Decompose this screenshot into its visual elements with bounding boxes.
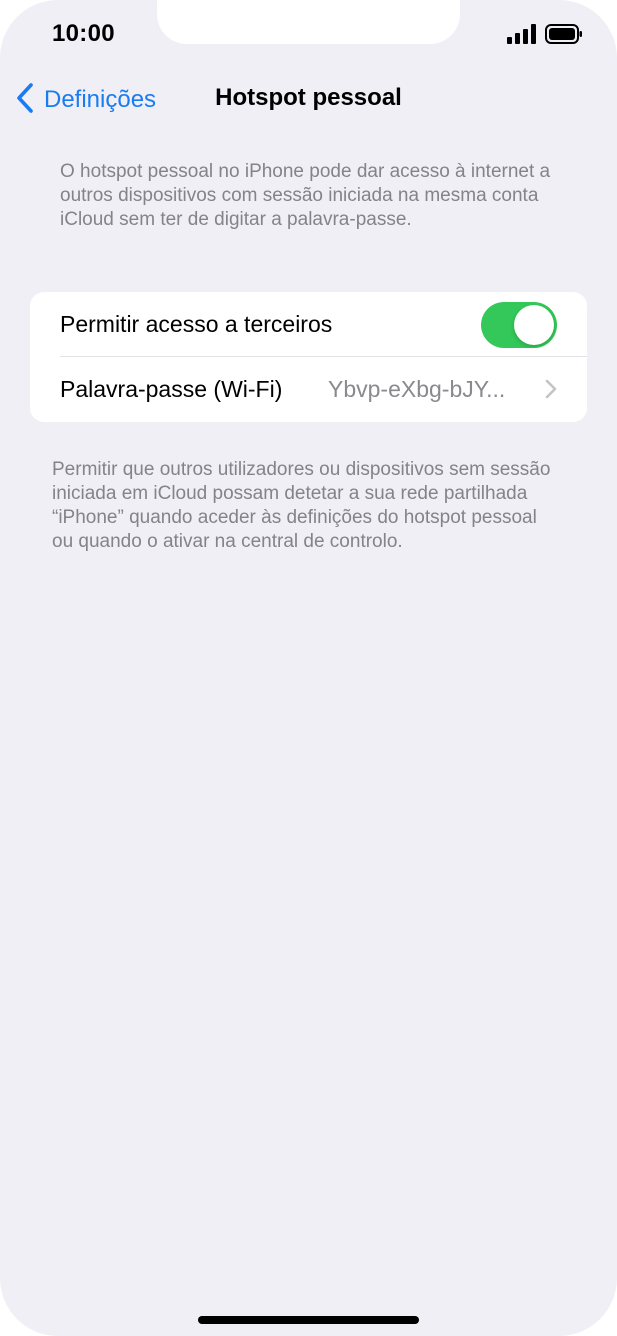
page-title: Hotspot pessoal (215, 84, 402, 111)
header-description: O hotspot pessoal no iPhone pode dar ace… (60, 161, 551, 230)
wifi-password-label: Palavra-passe (Wi-Fi) (60, 376, 283, 402)
toggle-knob (514, 305, 554, 345)
chevron-right-icon (545, 379, 557, 404)
wifi-password-value: Ybvp-eXbg-bJY... (328, 376, 506, 402)
wifi-password-row[interactable]: Palavra-passe (Wi-Fi) Ybvp-eXbg-bJY... (30, 357, 587, 422)
settings-group: Permitir acesso a terceiros Palavra-pass… (30, 292, 587, 422)
allow-others-toggle[interactable] (481, 302, 557, 348)
allow-others-row: Permitir acesso a terceiros (30, 292, 587, 357)
notch (157, 0, 460, 44)
allow-others-label: Permitir acesso a terceiros (60, 311, 333, 337)
phone-screen: 10:00 Definições Hotspot pessoal O hotsp… (0, 0, 617, 1336)
home-indicator[interactable] (198, 1316, 419, 1324)
footer-description: Permitir que outros utilizadores ou disp… (52, 459, 551, 552)
status-time: 10:00 (52, 20, 115, 47)
status-icons (507, 24, 583, 49)
battery-icon (545, 24, 583, 49)
cellular-signal-icon (507, 24, 537, 49)
